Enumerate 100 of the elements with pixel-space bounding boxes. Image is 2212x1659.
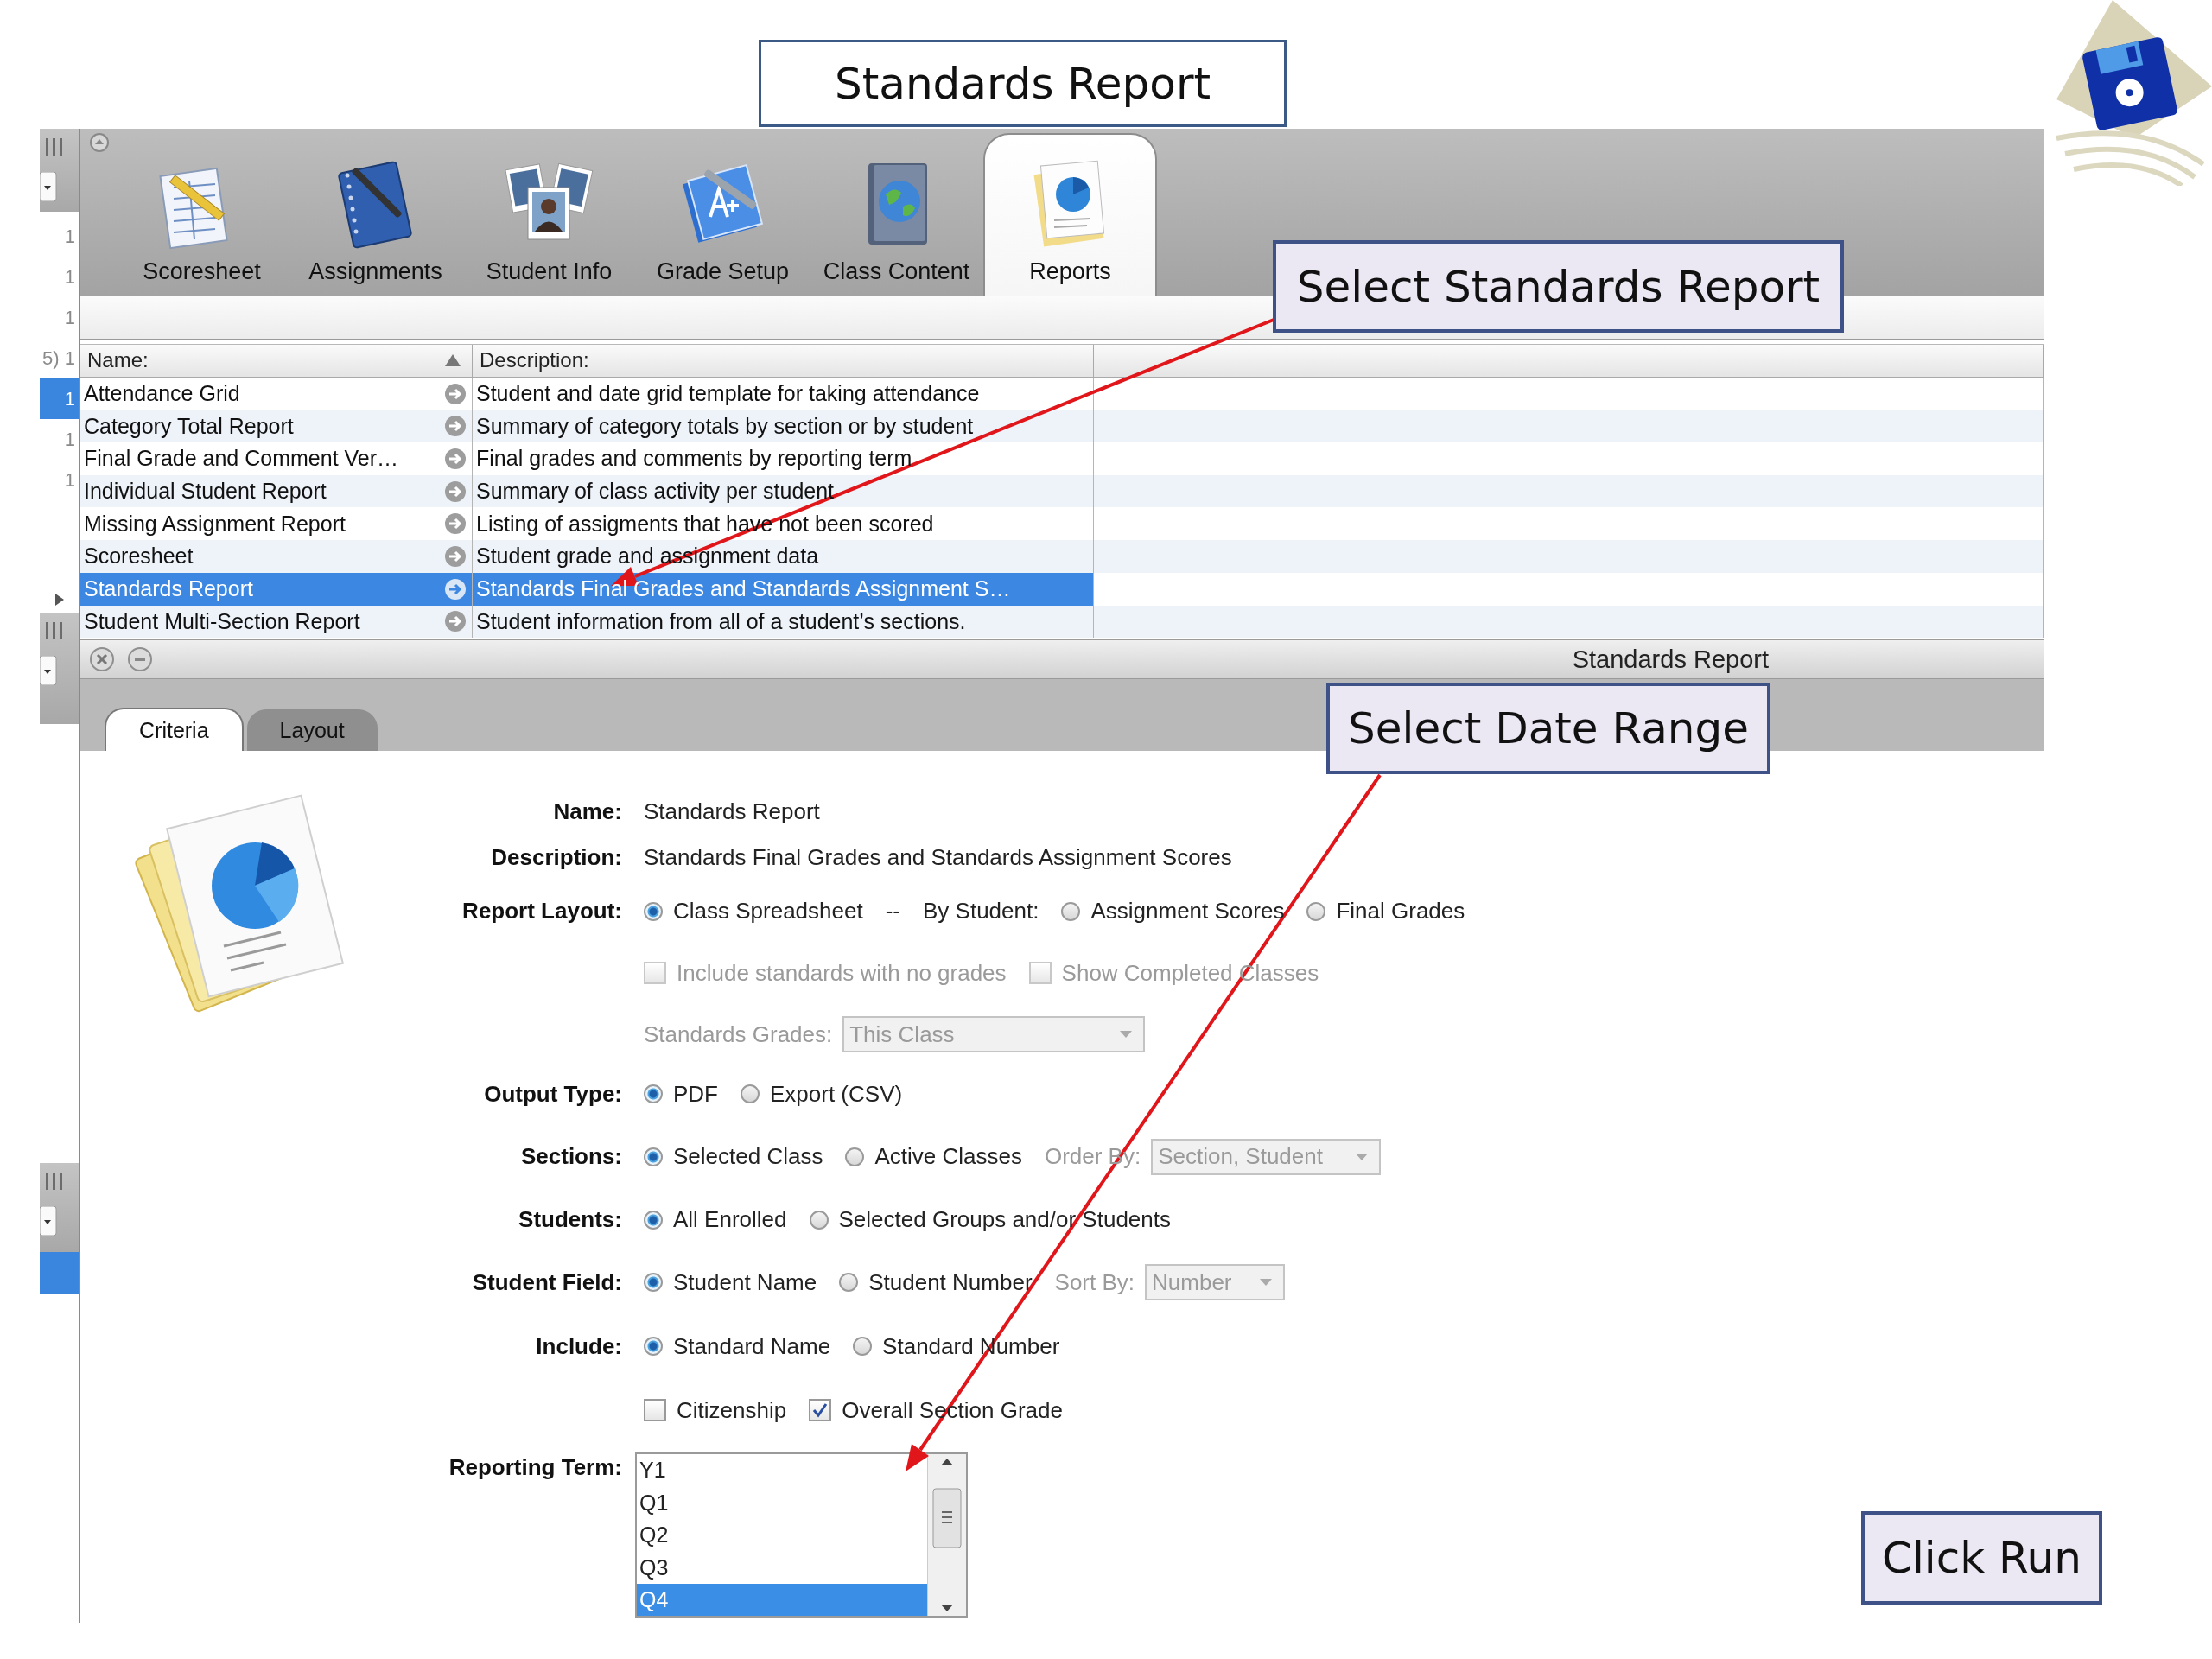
table-cell: Category Total Report bbox=[84, 413, 294, 439]
field-label: Report Layout: bbox=[461, 898, 622, 925]
table-cell: Student Multi-Section Report bbox=[84, 608, 360, 634]
column-header[interactable]: Description: bbox=[473, 345, 1094, 378]
table-cell: Summary of class activity per student bbox=[476, 479, 835, 505]
close-icon[interactable] bbox=[89, 646, 115, 673]
expand-arrow-icon[interactable] bbox=[54, 592, 66, 607]
radio-label[interactable]: PDF bbox=[673, 1080, 718, 1108]
column-header[interactable]: Name: bbox=[80, 345, 473, 378]
radio-button[interactable] bbox=[1061, 901, 1081, 921]
caret-icon bbox=[1259, 1278, 1274, 1287]
table-cell: Scoresheet bbox=[84, 543, 194, 569]
table-cell: Summary of category totals by section or by student bbox=[476, 413, 974, 439]
radio-label[interactable]: Class Spreadsheet bbox=[673, 898, 863, 925]
radio-button[interactable] bbox=[1306, 901, 1326, 921]
checkbox[interactable] bbox=[809, 1399, 832, 1422]
field-value: Standards Report bbox=[644, 798, 820, 825]
table-cell: Individual Student Report bbox=[84, 479, 327, 505]
radio-button[interactable] bbox=[644, 1337, 663, 1357]
radio-label[interactable]: Standard Name bbox=[673, 1332, 831, 1360]
radio-label[interactable]: Export (CSV) bbox=[770, 1080, 903, 1108]
tab[interactable]: Layout bbox=[246, 709, 378, 752]
arrow-circle-icon[interactable] bbox=[444, 610, 467, 633]
arrow-circle-icon[interactable] bbox=[444, 544, 467, 568]
table-row[interactable]: Student Multi-Section Report Student information from all of a student’s sections. bbox=[80, 605, 2044, 639]
field-label: Reporting Term: bbox=[448, 1454, 622, 1482]
scroll-up-icon[interactable] bbox=[940, 1458, 954, 1467]
field-label: Output Type: bbox=[483, 1080, 622, 1108]
radio-button[interactable] bbox=[809, 1210, 829, 1230]
table-cell: Final grades and comments by reporting term bbox=[476, 446, 912, 472]
toolbar-tab[interactable]: Student Info bbox=[462, 133, 636, 296]
radio-button[interactable] bbox=[644, 901, 663, 921]
radio-label[interactable]: Active Classes bbox=[874, 1143, 1022, 1171]
list-box[interactable]: Y1 Q1 Q2 Q3 Q4 bbox=[635, 1452, 968, 1618]
radio-button[interactable] bbox=[644, 1210, 663, 1230]
toolbar-tab[interactable]: Reports bbox=[983, 133, 1157, 296]
radio-label[interactable]: Assignment Scores bbox=[1090, 898, 1285, 925]
step-callout: Click Run bbox=[1861, 1511, 2102, 1605]
radio-label[interactable]: Selected Groups and/or Students bbox=[838, 1206, 1171, 1234]
toolbar-tab[interactable]: Scoresheet bbox=[115, 133, 289, 296]
option-text: -- bbox=[885, 898, 900, 925]
arrow-circle-icon[interactable] bbox=[444, 447, 467, 470]
field-label: Sections: bbox=[519, 1143, 622, 1171]
radio-button[interactable] bbox=[741, 1084, 760, 1104]
toolbar-tab[interactable]: Assignments bbox=[289, 133, 462, 296]
row-number: 1 bbox=[63, 467, 76, 493]
radio-label[interactable]: Selected Class bbox=[673, 1143, 823, 1171]
radio-label[interactable]: Student Name bbox=[673, 1268, 817, 1296]
radio-button[interactable] bbox=[644, 1147, 663, 1166]
field-label: Name: bbox=[552, 798, 622, 825]
radio-button[interactable] bbox=[839, 1273, 859, 1293]
step-callout: Select Date Range bbox=[1326, 683, 1770, 774]
tab[interactable]: Criteria bbox=[105, 708, 244, 752]
table-cell: Student and date grid template for taking attendance bbox=[476, 381, 980, 407]
panel-title: Standards Report bbox=[1572, 645, 1769, 674]
field-label: Sort By: bbox=[1054, 1268, 1135, 1296]
radio-label[interactable]: Student Number bbox=[868, 1268, 1033, 1296]
table-row[interactable]: Individual Student Report Summary of class activity per student bbox=[80, 474, 2044, 508]
field-label: Standards Grades: bbox=[644, 1020, 833, 1048]
field-label: Include: bbox=[535, 1332, 622, 1360]
row-number: 1 bbox=[63, 264, 76, 289]
table-cell: Final Grade and Comment Ver… bbox=[84, 446, 399, 472]
radio-button[interactable] bbox=[853, 1337, 873, 1357]
selection-bar bbox=[40, 1252, 79, 1294]
arrow-circle-icon[interactable] bbox=[444, 480, 467, 503]
toolbar-tab[interactable]: Class Content bbox=[810, 133, 983, 296]
table-row[interactable]: Standards Report Standards Final Grades and Standards Assignment S… bbox=[80, 572, 2044, 606]
table-cell: Student information from all of a student’s sections. bbox=[476, 608, 966, 634]
dropdown-arrow-icon[interactable] bbox=[40, 172, 57, 201]
table-cell: Standards Final Grades and Standards Assignment S… bbox=[476, 576, 1011, 602]
sort-ascending-icon[interactable] bbox=[444, 353, 461, 368]
collapse-icon[interactable] bbox=[89, 132, 110, 153]
arrow-circle-icon[interactable] bbox=[444, 382, 467, 405]
checkmark-icon bbox=[811, 1402, 830, 1420]
radio-button[interactable] bbox=[845, 1147, 865, 1166]
row-number: 1 bbox=[40, 378, 79, 419]
radio-button[interactable] bbox=[644, 1084, 663, 1104]
scrollbar-thumb[interactable] bbox=[932, 1487, 962, 1548]
radio-label[interactable]: All Enrolled bbox=[673, 1206, 787, 1234]
scroll-down-icon[interactable] bbox=[940, 1604, 954, 1613]
dropdown-arrow-icon[interactable] bbox=[40, 1206, 57, 1236]
dropdown-arrow-icon[interactable] bbox=[40, 656, 57, 685]
table-cell: Standards Report bbox=[84, 576, 253, 602]
table-cell: Listing of assigments that have not been scored bbox=[476, 511, 934, 537]
toolbar-tab[interactable]: Grade Setup bbox=[636, 133, 810, 296]
radio-label[interactable]: Final Grades bbox=[1336, 898, 1465, 925]
field-value: Standards Final Grades and Standards Assignment Scores bbox=[644, 844, 1232, 872]
row-number: 1 bbox=[63, 427, 76, 452]
arrow-circle-icon[interactable] bbox=[444, 415, 467, 438]
field-label: Students: bbox=[518, 1206, 622, 1234]
row-number: 1 bbox=[63, 224, 76, 249]
arrow-circle-icon[interactable] bbox=[444, 512, 467, 536]
arrow-circle-icon[interactable] bbox=[444, 577, 467, 601]
row-number: 1 bbox=[63, 305, 76, 330]
checkbox[interactable] bbox=[644, 1399, 666, 1422]
table-row[interactable]: Category Total Report Summary of category totals by section or by student bbox=[80, 410, 2044, 443]
table-cell: Attendance Grid bbox=[84, 381, 240, 407]
checkbox-label[interactable]: Citizenship bbox=[677, 1396, 787, 1424]
minimize-icon[interactable] bbox=[127, 646, 153, 673]
radio-button[interactable] bbox=[644, 1273, 663, 1293]
